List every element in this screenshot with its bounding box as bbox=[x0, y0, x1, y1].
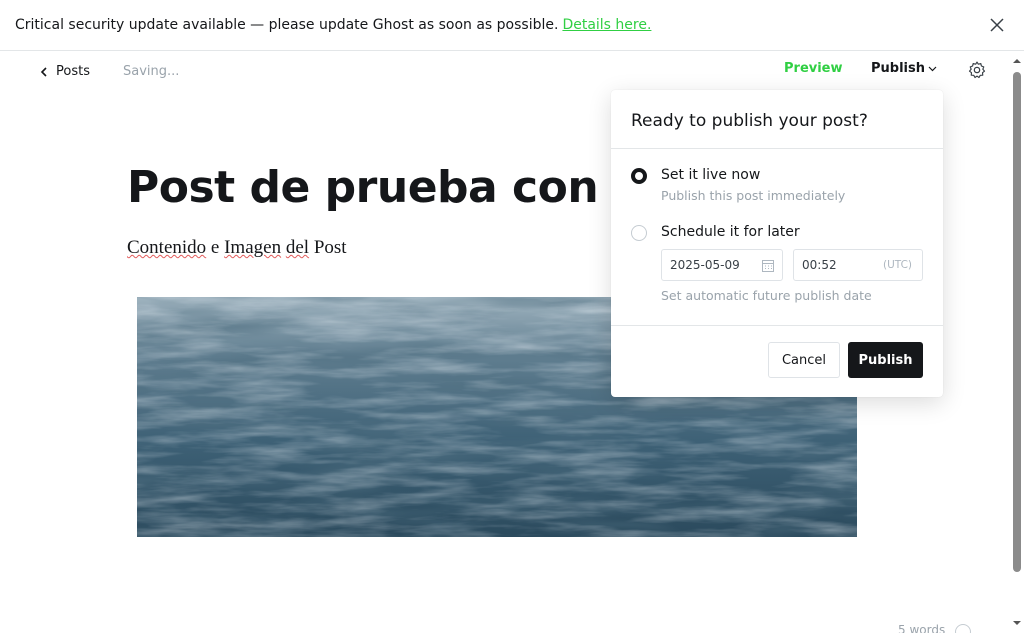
scroll-up-arrow-icon[interactable] bbox=[1012, 56, 1022, 66]
radio-set-live-now[interactable] bbox=[631, 168, 647, 184]
preview-button[interactable]: Preview bbox=[784, 61, 843, 76]
schedule-time-input[interactable]: 00:52 (UTC) bbox=[793, 249, 923, 281]
scroll-down-arrow-icon[interactable] bbox=[1012, 618, 1022, 628]
timezone-label: (UTC) bbox=[882, 259, 912, 271]
schedule-date-input[interactable]: 2025-05-09 bbox=[661, 249, 783, 281]
back-to-posts-link[interactable]: Posts bbox=[40, 64, 90, 79]
post-body-word: Contenido bbox=[127, 237, 207, 258]
close-icon[interactable] bbox=[988, 16, 1006, 34]
word-count: 5 words bbox=[898, 623, 946, 633]
divider bbox=[611, 325, 943, 326]
schedule-date-value: 2025-05-09 bbox=[670, 258, 740, 272]
publish-trigger-label: Publish bbox=[871, 61, 925, 76]
divider bbox=[611, 148, 943, 149]
back-label: Posts bbox=[56, 64, 90, 79]
banner-message: Critical security update available — ple… bbox=[15, 17, 559, 33]
publish-button[interactable]: Publish bbox=[848, 342, 923, 378]
help-icon[interactable] bbox=[955, 624, 971, 633]
cancel-button[interactable]: Cancel bbox=[768, 342, 840, 378]
scrollbar-thumb[interactable] bbox=[1013, 72, 1021, 572]
chevron-down-icon bbox=[928, 66, 937, 71]
post-body-word: Imagen bbox=[224, 237, 282, 258]
post-body-word: e bbox=[210, 237, 220, 258]
calendar-icon[interactable] bbox=[762, 259, 774, 272]
publish-menu-popover: Ready to publish your post? Set it live … bbox=[611, 90, 943, 397]
radio-schedule-later[interactable] bbox=[631, 225, 647, 241]
schedule-time-value: 00:52 bbox=[802, 258, 837, 272]
option-now-description: Publish this post immediately bbox=[661, 188, 846, 203]
option-schedule-label[interactable]: Schedule it for later bbox=[661, 224, 800, 240]
banner-details-link[interactable]: Details here. bbox=[562, 17, 651, 33]
post-body-word: del bbox=[285, 237, 310, 258]
publish-menu-trigger[interactable]: Publish bbox=[871, 61, 937, 76]
save-status: Saving... bbox=[123, 64, 180, 79]
schedule-hint: Set automatic future publish date bbox=[661, 288, 872, 303]
editor-header: Posts Saving... Preview Publish bbox=[0, 51, 1010, 91]
post-title[interactable]: Post de prueba con Imagen bbox=[127, 162, 607, 213]
publish-menu-title: Ready to publish your post? bbox=[631, 111, 868, 131]
post-body[interactable]: Contenido e Imagen del Post bbox=[127, 237, 347, 259]
post-body-word: Post bbox=[313, 237, 347, 258]
security-update-banner: Critical security update available — ple… bbox=[0, 0, 1024, 51]
chevron-left-icon bbox=[40, 66, 47, 77]
gear-icon[interactable] bbox=[967, 60, 987, 80]
option-now-label[interactable]: Set it live now bbox=[661, 167, 760, 183]
